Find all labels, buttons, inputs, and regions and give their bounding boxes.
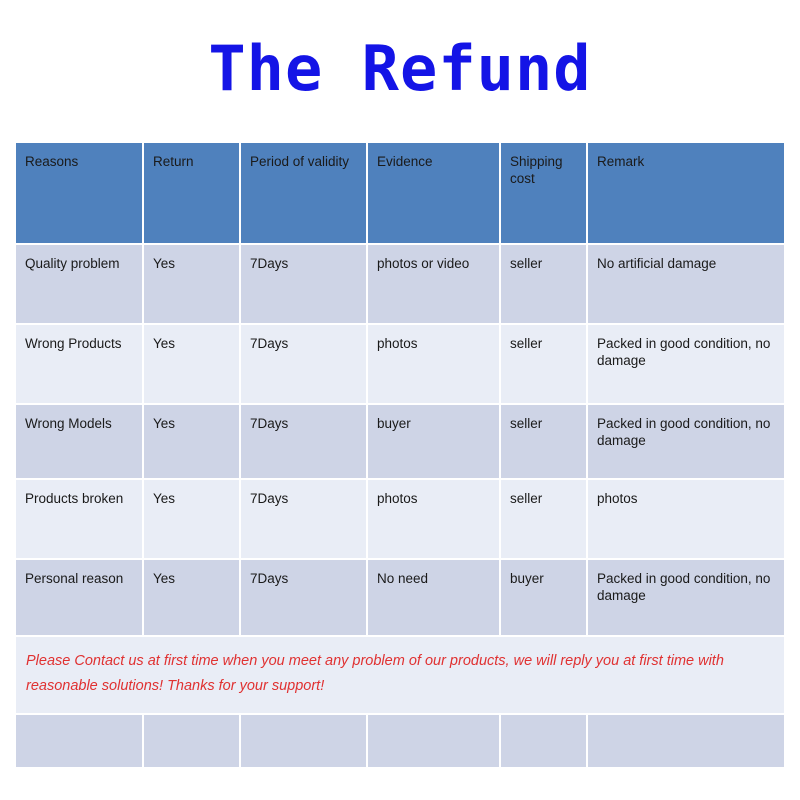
blank-cell	[501, 715, 588, 767]
page-title: The Refund	[208, 32, 592, 105]
cell-shipping-cost: seller	[501, 325, 588, 405]
table-row: Personal reason Yes 7Days No need buyer …	[16, 560, 784, 637]
cell-remark: Packed in good condition, no damage	[588, 405, 784, 480]
column-header-reasons: Reasons	[16, 143, 144, 245]
cell-return: Yes	[144, 325, 241, 405]
cell-shipping-cost: seller	[501, 245, 588, 325]
cell-evidence: photos	[368, 325, 501, 405]
cell-reason: Personal reason	[16, 560, 144, 637]
cell-reason: Wrong Models	[16, 405, 144, 480]
blank-cell	[144, 715, 241, 767]
note-cell: Please Contact us at first time when you…	[16, 637, 784, 715]
table-row: Quality problem Yes 7Days photos or vide…	[16, 245, 784, 325]
table-blank-row	[16, 715, 784, 767]
cell-reason: Wrong Products	[16, 325, 144, 405]
refund-table: Reasons Return Period of validity Eviden…	[16, 143, 784, 767]
column-header-return: Return	[144, 143, 241, 245]
table-header-row: Reasons Return Period of validity Eviden…	[16, 143, 784, 245]
refund-table-container: Reasons Return Period of validity Eviden…	[16, 143, 784, 767]
column-header-evidence: Evidence	[368, 143, 501, 245]
blank-cell	[368, 715, 501, 767]
cell-period: 7Days	[241, 245, 368, 325]
cell-shipping-cost: buyer	[501, 560, 588, 637]
cell-return: Yes	[144, 245, 241, 325]
table-body: Quality problem Yes 7Days photos or vide…	[16, 245, 784, 767]
cell-remark: Packed in good condition, no damage	[588, 560, 784, 637]
contact-note-text: Please Contact us at first time when you…	[26, 653, 724, 694]
cell-period: 7Days	[241, 325, 368, 405]
cell-period: 7Days	[241, 480, 368, 560]
cell-shipping-cost: seller	[501, 405, 588, 480]
cell-evidence: No need	[368, 560, 501, 637]
cell-remark: photos	[588, 480, 784, 560]
cell-shipping-cost: seller	[501, 480, 588, 560]
cell-return: Yes	[144, 405, 241, 480]
cell-period: 7Days	[241, 405, 368, 480]
cell-return: Yes	[144, 480, 241, 560]
cell-return: Yes	[144, 560, 241, 637]
cell-evidence: photos	[368, 480, 501, 560]
table-row: Wrong Products Yes 7Days photos seller P…	[16, 325, 784, 405]
cell-remark: Packed in good condition, no damage	[588, 325, 784, 405]
cell-reason: Quality problem	[16, 245, 144, 325]
blank-cell	[241, 715, 368, 767]
cell-evidence: photos or video	[368, 245, 501, 325]
table-row: Products broken Yes 7Days photos seller …	[16, 480, 784, 560]
table-row: Wrong Models Yes 7Days buyer seller Pack…	[16, 405, 784, 480]
blank-cell	[588, 715, 784, 767]
column-header-remark: Remark	[588, 143, 784, 245]
column-header-period: Period of validity	[241, 143, 368, 245]
cell-remark: No artificial damage	[588, 245, 784, 325]
cell-reason: Products broken	[16, 480, 144, 560]
cell-period: 7Days	[241, 560, 368, 637]
cell-evidence: buyer	[368, 405, 501, 480]
table-note-row: Please Contact us at first time when you…	[16, 637, 784, 715]
blank-cell	[16, 715, 144, 767]
refund-policy-page: The Refund Reasons Return Period of vali…	[0, 0, 800, 800]
column-header-shipping-cost: Shipping cost	[501, 143, 588, 245]
table-header: Reasons Return Period of validity Eviden…	[16, 143, 784, 245]
